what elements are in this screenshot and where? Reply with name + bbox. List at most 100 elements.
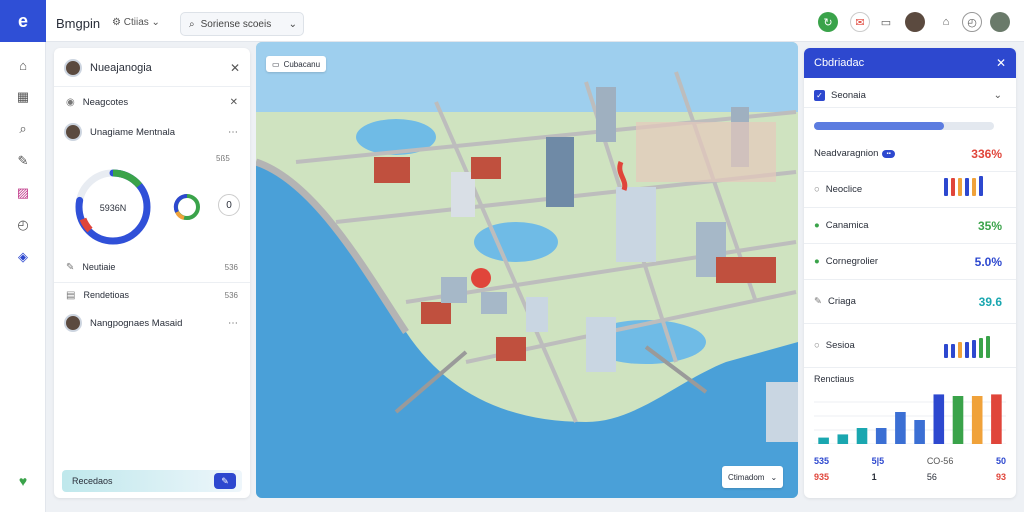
metric-row[interactable]: ● Canamica 35% — [804, 208, 1016, 244]
list-item[interactable]: ✎ Neutiaie 536 — [54, 258, 250, 276]
progress-track — [814, 122, 994, 130]
send-icon[interactable]: ✎ — [214, 473, 236, 489]
list-item-label: Neutiaie — [82, 262, 116, 272]
pin-icon[interactable]: ✎ — [14, 152, 32, 170]
footer-value: CO-56 — [926, 456, 954, 466]
list-item[interactable]: ▤ Rendetioas 536 — [54, 286, 250, 304]
chart-icon[interactable]: ▨ — [14, 184, 32, 202]
map-chip[interactable]: ▭ Cubacanu — [266, 56, 327, 72]
metric-value: 336% — [971, 146, 1002, 161]
footer-bar[interactable]: Recedaos ✎ — [62, 470, 242, 492]
document-icon: ▤ — [66, 289, 76, 301]
mini-bar — [965, 342, 969, 358]
chart-bar[interactable] — [895, 412, 906, 444]
menu-row[interactable]: ◉ Neagcotes ✕ — [54, 92, 250, 112]
city-map[interactable]: ▭ Cubacanu Ctimadom ⌄ — [256, 42, 798, 498]
close-icon[interactable]: ✕ — [996, 56, 1006, 70]
avatar — [64, 59, 82, 77]
panel-header: Nueajanogia ✕ — [54, 56, 250, 80]
metric-label: Criaga — [827, 296, 856, 307]
workspace-label: Ctiias — [123, 17, 149, 28]
checkbox-row[interactable]: ✓ Seonaia ⌄ — [804, 84, 1016, 108]
footer-label: Recedaos — [72, 476, 113, 486]
workspace-selector[interactable]: ⚙ Ctiias ⌄ — [112, 17, 160, 28]
close-icon[interactable]: ✕ — [230, 97, 238, 108]
search-icon[interactable]: ⌕ — [14, 120, 32, 138]
chart-bar[interactable] — [875, 428, 887, 444]
chevron-down-icon: ⌄ — [770, 472, 778, 482]
mini-bar — [972, 340, 976, 358]
footer-value: 935 — [814, 472, 830, 482]
chart-bar[interactable] — [837, 434, 849, 444]
chevron-down-icon: ⌄ — [288, 18, 297, 30]
mini-bar — [951, 178, 955, 196]
mini-bar — [958, 342, 962, 358]
tag-icon: ✎ — [66, 261, 75, 273]
chart-bar[interactable] — [952, 396, 964, 444]
layers-icon[interactable]: ◈ — [14, 248, 32, 266]
user-row[interactable]: Nangpognaes Masaid ⋯ — [54, 312, 250, 334]
workspace-icon: ⚙ — [112, 17, 121, 28]
chart-bar[interactable] — [933, 394, 945, 444]
avatar — [64, 314, 82, 332]
chevron-down-icon: ⌄ — [993, 90, 1002, 101]
left-panel: Nueajanogia ✕ ◉ Neagcotes ✕ Unagiame Men… — [54, 48, 250, 498]
metric-row-header[interactable]: Neadvaragnion ▪▪ 336% — [804, 136, 1016, 172]
more-icon[interactable]: ⋯ — [228, 127, 238, 138]
footer-value: 1 — [871, 472, 877, 482]
ring-label: 0 — [226, 199, 232, 211]
leaf-icon[interactable]: ♥ — [14, 472, 32, 490]
footer-value: 5|5 — [871, 456, 885, 466]
home-icon[interactable]: ⌂ — [14, 56, 32, 74]
home-icon[interactable]: ⌂ — [936, 12, 956, 32]
avatar[interactable] — [905, 12, 925, 32]
map-layer-select[interactable]: Ctimadom ⌄ — [722, 466, 784, 488]
chart-bar[interactable] — [818, 437, 829, 444]
right-panel-header: Cbdriadac ✕ — [804, 48, 1016, 78]
more-icon[interactable]: ⋯ — [228, 318, 238, 329]
search-field[interactable]: ⌕ Soriense scoeis ⌄ — [180, 12, 304, 36]
chart-bar[interactable] — [991, 394, 1002, 444]
map-canvas[interactable] — [256, 42, 798, 498]
circle-icon: ● — [814, 220, 820, 231]
progress-fill — [814, 122, 944, 130]
mini-bar — [972, 178, 976, 196]
right-panel-title: Cbdriadac — [814, 57, 865, 69]
metric-row[interactable]: ○ Neoclice — [804, 172, 1016, 208]
avatar[interactable] — [990, 12, 1010, 32]
status-badge: ▪▪ — [882, 149, 895, 158]
ring-button[interactable]: 0 — [218, 194, 240, 216]
calendar-icon[interactable]: ▭ — [876, 12, 896, 32]
search-icon: ⌕ — [189, 18, 195, 30]
top-bar: e Bmgpin ⚙ Ctiias ⌄ ⌕ Soriense scoeis ⌄ … — [0, 0, 1024, 42]
chart-bar[interactable] — [971, 396, 983, 444]
clock-icon[interactable]: ◴ — [962, 12, 982, 32]
donut-label: 5936N — [100, 203, 127, 213]
chart-bar[interactable] — [914, 420, 925, 444]
map-sea-top — [256, 42, 798, 112]
metric-row[interactable]: ○ Sesioa — [804, 324, 1016, 368]
mini-bar-chart — [944, 336, 990, 358]
search-input[interactable]: Soriense scoeis — [201, 19, 272, 30]
right-panel: Cbdriadac ✕ ✓ Seonaia ⌄ Neadvaragnion ▪▪… — [804, 48, 1016, 498]
close-icon[interactable]: ✕ — [230, 61, 240, 75]
app-logo[interactable]: e — [0, 0, 46, 42]
metric-value: 39.6 — [978, 294, 1002, 309]
map-marker[interactable] — [471, 268, 491, 288]
metric-row[interactable]: ● Cornegrolier 5.0% — [804, 244, 1016, 280]
metric-row[interactable]: ✎ Criaga 39.6 — [804, 280, 1016, 324]
user-row[interactable]: Unagiame Mentnala ⋯ — [54, 120, 250, 144]
chart-title: Renctiaus — [814, 374, 855, 384]
chart-bar[interactable] — [856, 428, 868, 444]
circle-icon: ● — [814, 256, 820, 267]
user-name: Nangpognaes Masaid — [90, 317, 183, 329]
building-icon[interactable]: ▦ — [14, 88, 32, 106]
clock-icon[interactable]: ◴ — [14, 216, 32, 234]
refresh-icon[interactable]: ↻ — [818, 12, 838, 32]
mini-bar-chart — [944, 176, 983, 196]
footer-value: 56 — [926, 472, 937, 482]
checkbox-icon[interactable]: ✓ — [814, 90, 825, 101]
footer-col: 5|5 1 — [872, 456, 885, 482]
left-rail: ⌂ ▦ ⌕ ✎ ▨ ◴ ◈ ♥ — [0, 42, 46, 512]
mail-icon[interactable]: ✉ — [850, 12, 870, 32]
